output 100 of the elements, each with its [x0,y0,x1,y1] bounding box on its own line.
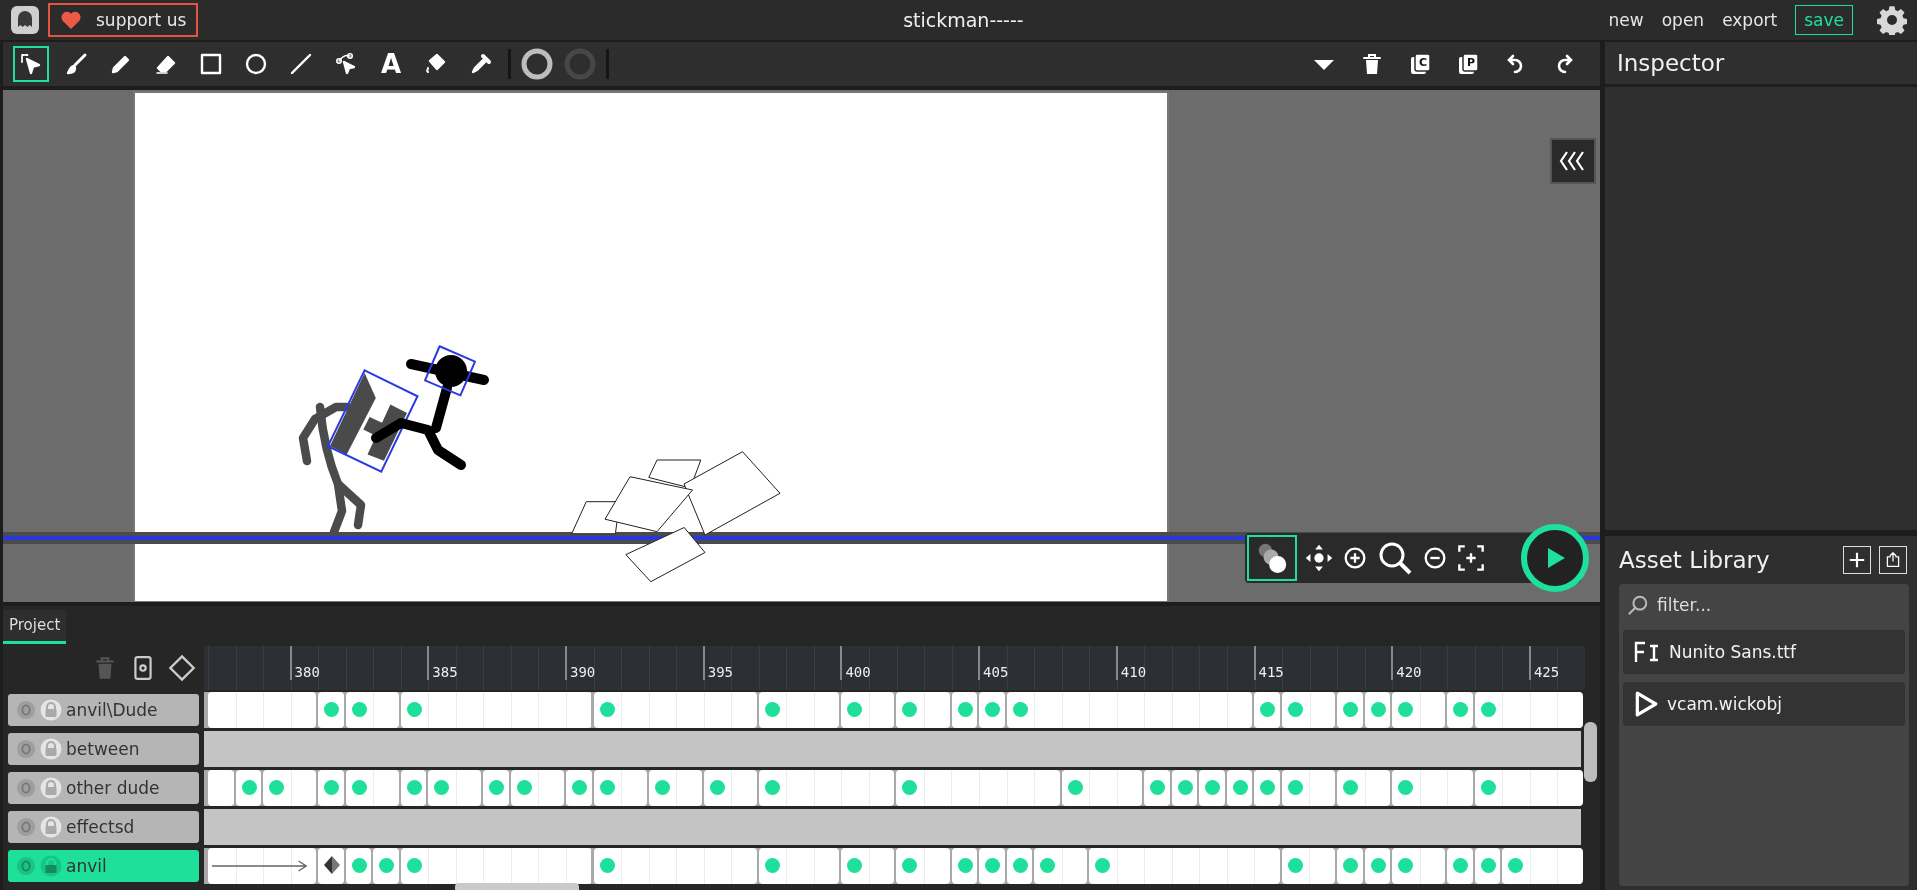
frame-cell[interactable] [538,692,566,728]
frame-cell[interactable] [565,692,592,728]
frame-cell[interactable] [1171,692,1200,728]
frame-cell[interactable] [263,848,291,884]
frame-cell[interactable] [1529,770,1558,806]
frame-cell[interactable] [318,848,344,884]
frame-cell[interactable] [896,848,924,884]
layer-button[interactable]: anvil\Dude [8,694,199,726]
frame-cell[interactable] [1089,770,1117,806]
frame-cell[interactable] [648,692,677,728]
frame-cell[interactable] [1337,770,1365,806]
layer-button[interactable]: between [8,733,199,765]
frame-cell[interactable] [703,770,732,806]
frame-cell[interactable] [1474,770,1503,806]
frame-cell[interactable] [510,692,539,728]
frame-cell[interactable] [263,692,291,728]
layer-button[interactable]: other dude [8,772,199,804]
frame-cell[interactable] [1309,848,1335,884]
frame-cell[interactable] [208,770,234,806]
app-logo-icon[interactable] [10,5,40,35]
frame-cell[interactable] [951,692,978,728]
frame-cell[interactable] [455,692,484,728]
frame-cell[interactable] [373,692,399,728]
stroke-color-icon[interactable] [520,47,554,81]
frame-cell[interactable] [868,770,895,806]
frame-cell[interactable] [400,692,429,728]
project-tab[interactable]: Project [3,610,67,644]
frame-cell[interactable] [318,770,344,806]
frame-cell[interactable] [565,848,592,884]
frame-cell[interactable] [1529,848,1558,884]
frame-cell[interactable] [345,692,374,728]
frame-cell[interactable] [1281,770,1310,806]
frame-cell[interactable] [1089,848,1117,884]
layer-button[interactable]: effectsd [8,811,199,843]
paste-button[interactable]: P [1450,46,1486,82]
frame-cell[interactable] [1364,848,1391,884]
frame-cell[interactable] [1502,770,1530,806]
frame-cell[interactable] [1447,692,1473,728]
frame-cell[interactable] [1392,848,1420,884]
frame-cell[interactable] [345,770,374,806]
frame-cell[interactable] [1006,848,1033,884]
frame-cell[interactable] [786,848,814,884]
frame-cell[interactable] [1447,848,1473,884]
frame-cell[interactable] [1144,848,1172,884]
frame-cell[interactable] [1199,692,1227,728]
frame-cell[interactable] [924,692,950,728]
frame-cell[interactable] [979,770,1007,806]
frame-cell[interactable] [813,770,842,806]
frame-cell[interactable] [1392,770,1420,806]
frame-cell[interactable] [758,848,787,884]
frame-cell[interactable] [565,770,592,806]
frame-cell[interactable] [1502,692,1530,728]
frame-cell[interactable] [786,692,814,728]
frame-cell[interactable] [593,848,622,884]
collapse-button[interactable] [1550,138,1596,184]
copy-button[interactable]: C [1402,46,1438,82]
frame-cell[interactable] [868,692,895,728]
frame-cell[interactable] [703,848,732,884]
frame-cell[interactable] [1364,692,1391,728]
frame-cell[interactable] [1419,770,1448,806]
frame-cell[interactable] [979,848,1005,884]
frame-cell[interactable] [455,770,482,806]
frame-cell[interactable] [510,848,539,884]
frame-cell[interactable] [731,848,757,884]
menu-button[interactable]: export [1722,10,1778,30]
frame-cell[interactable] [1254,848,1280,884]
frame-cell[interactable] [593,692,622,728]
asset-item[interactable]: vcam.wickobj [1623,682,1905,726]
upload-button[interactable] [1879,546,1907,574]
frame-cell[interactable] [731,692,757,728]
frame-cell[interactable] [1171,848,1200,884]
frame-cell[interactable] [1226,692,1253,728]
scrollbar-thumb[interactable] [455,883,579,890]
frame-cell[interactable] [538,848,566,884]
frame-cell[interactable] [1529,692,1558,728]
frame-cell[interactable] [1392,692,1420,728]
frame-cell[interactable] [235,770,262,806]
diamond-icon[interactable] [168,654,196,682]
frame-cell[interactable] [621,848,649,884]
frame-cell[interactable] [1309,770,1335,806]
frame-cell[interactable] [373,848,399,884]
frame-cell[interactable] [676,848,704,884]
add-asset-button[interactable] [1843,546,1871,574]
frame-cell[interactable] [1089,692,1117,728]
frame-cell[interactable] [455,848,484,884]
frame-cell[interactable] [813,848,840,884]
settings-icon[interactable] [1877,5,1907,35]
frame-cell[interactable] [1309,692,1336,728]
frame-cell[interactable] [1557,692,1583,728]
frame-cell[interactable] [758,770,787,806]
frame-cell[interactable] [951,770,979,806]
frame-cell[interactable] [593,770,622,806]
frame-cell[interactable] [510,770,539,806]
frame-cell[interactable] [1061,692,1090,728]
frame-cell[interactable] [1502,848,1530,884]
frame-cell[interactable] [676,770,702,806]
frame-cell[interactable] [1557,848,1583,884]
frame-cell[interactable] [1034,770,1060,806]
frame-cell[interactable] [951,848,978,884]
frame-cell[interactable] [703,692,732,728]
